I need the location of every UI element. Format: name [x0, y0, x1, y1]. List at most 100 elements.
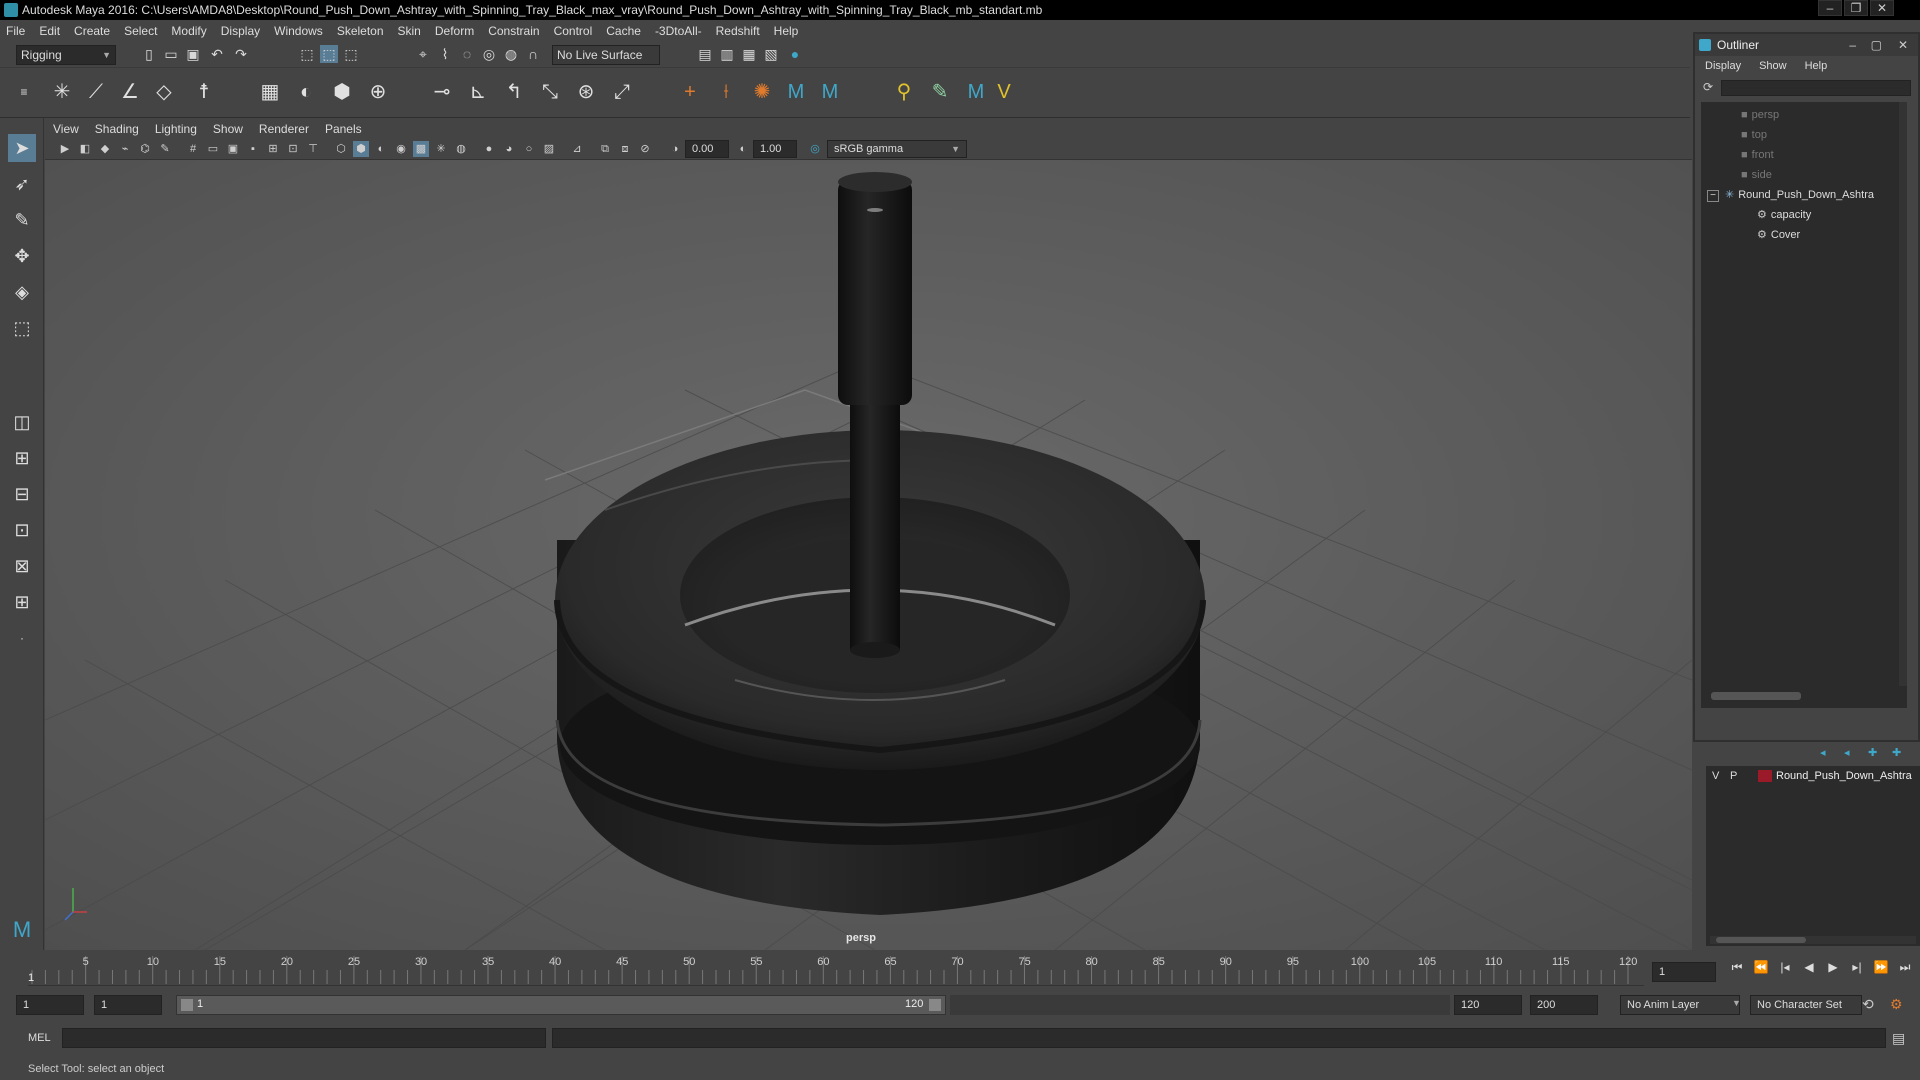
camera-select-icon[interactable]: ▶: [57, 141, 73, 157]
image-plane-icon[interactable]: ⌁: [117, 141, 133, 157]
select-tool-icon[interactable]: ➤: [8, 134, 36, 162]
go-to-end-icon[interactable]: ⏭: [1896, 958, 1914, 976]
render-view-icon[interactable]: ▤: [696, 45, 714, 63]
outliner-menu-display[interactable]: Display: [1705, 60, 1741, 72]
menu-help[interactable]: Help: [774, 24, 799, 38]
textured-icon[interactable]: ▩: [413, 141, 429, 157]
step-back-frame-icon[interactable]: |◂: [1776, 958, 1794, 976]
menu-file[interactable]: File: [6, 24, 25, 38]
move-tool-icon[interactable]: ✥: [8, 242, 36, 270]
pole-vector-icon[interactable]: ⤢: [608, 78, 636, 106]
bookmark-icon[interactable]: ◆: [97, 141, 113, 157]
orient-constraint-icon[interactable]: ↰: [500, 78, 528, 106]
new-layer-selected-icon[interactable]: ✚: [1892, 746, 1901, 759]
safe-action-icon[interactable]: ⊡: [285, 141, 301, 157]
smooth-bind-icon[interactable]: ▦: [256, 78, 284, 106]
v-tool-icon[interactable]: V: [990, 78, 1018, 106]
camera-attr-icon[interactable]: ◧: [77, 141, 93, 157]
persp-graph-icon[interactable]: ⊠: [8, 552, 36, 580]
layout-icon[interactable]: ⊞: [8, 588, 36, 616]
backface-icon[interactable]: ⊘: [637, 141, 653, 157]
new-scene-icon[interactable]: ▯: [140, 45, 158, 63]
step-back-key-icon[interactable]: ⏪: [1752, 958, 1770, 976]
cluster-deformer-icon[interactable]: ✺: [748, 78, 776, 106]
panel-menu-lighting[interactable]: Lighting: [155, 122, 197, 136]
menu-create[interactable]: Create: [74, 24, 110, 38]
command-language-label[interactable]: MEL: [28, 1032, 51, 1044]
range-end-handle[interactable]: [929, 999, 941, 1011]
2d-pan-icon[interactable]: ⌬: [137, 141, 153, 157]
range-start-handle[interactable]: [181, 999, 193, 1011]
ik-handle-icon[interactable]: ⟋: [82, 78, 110, 106]
new-layer-icon[interactable]: ✚: [1868, 746, 1877, 759]
persp-outliner-icon[interactable]: ⊡: [8, 516, 36, 544]
outliner-item-side[interactable]: ■ side: [1741, 166, 1772, 184]
outliner-search-input[interactable]: [1721, 80, 1911, 96]
outliner-menu-help[interactable]: Help: [1805, 60, 1828, 72]
default-lighting-icon[interactable]: ◐: [373, 141, 389, 157]
outliner-item-front[interactable]: ■ front: [1741, 146, 1774, 164]
paint-tool-icon[interactable]: ✎: [926, 78, 954, 106]
menu-3dtoall[interactable]: -3DtoAll-: [655, 24, 702, 38]
select-object-icon[interactable]: ⬚: [320, 45, 338, 63]
hypershade-icon[interactable]: ●: [786, 45, 804, 63]
start-time-field[interactable]: 1: [16, 995, 84, 1015]
go-to-start-icon[interactable]: ⏮: [1728, 958, 1746, 976]
scale-tool-icon[interactable]: ⬚: [8, 314, 36, 342]
menu-windows[interactable]: Windows: [274, 24, 323, 38]
menu-skin[interactable]: Skin: [398, 24, 421, 38]
xray-joints-icon[interactable]: ⧉: [597, 141, 613, 157]
outliner-menu-show[interactable]: Show: [1759, 60, 1787, 72]
outliner-item-capacity[interactable]: ⚙ capacity: [1757, 206, 1811, 224]
layer-visibility-toggle[interactable]: V: [1712, 766, 1719, 786]
depth-of-field-icon[interactable]: ○: [521, 141, 537, 157]
perspective-viewport[interactable]: [45, 160, 1692, 950]
scale-constraint-icon[interactable]: ⤡: [536, 78, 564, 106]
outliner-hscrollbar[interactable]: [1711, 692, 1801, 700]
close-button[interactable]: ✕: [1870, 0, 1894, 16]
gamma-field[interactable]: 1.00: [753, 140, 797, 158]
minimize-button[interactable]: –: [1818, 0, 1842, 16]
parent-constraint-icon[interactable]: ⊛: [572, 78, 600, 106]
grease-pencil-icon[interactable]: ✎: [157, 141, 173, 157]
panel-menu-renderer[interactable]: Renderer: [259, 122, 309, 136]
outliner-vscrollbar[interactable]: [1899, 102, 1907, 686]
isolate-select-icon[interactable]: ⊿: [569, 141, 585, 157]
play-backwards-icon[interactable]: ◀: [1800, 958, 1818, 976]
menu-deform[interactable]: Deform: [435, 24, 474, 38]
ipr-render-icon[interactable]: ▦: [740, 45, 758, 63]
film-gate-icon[interactable]: ▭: [205, 141, 221, 157]
time-ruler[interactable]: 5 10 15 20 25 30 35 40 45 50 55 60 65 70 75 80 85 90 95 100…: [28, 954, 1644, 986]
range-slider[interactable]: 1 120: [176, 995, 946, 1015]
open-scene-icon[interactable]: ▭: [162, 45, 180, 63]
maximize-button[interactable]: ❐: [1844, 0, 1868, 16]
wireframe-icon[interactable]: ⬡: [333, 141, 349, 157]
xray-active-icon[interactable]: ⧈: [617, 141, 633, 157]
anim-layer-dropdown[interactable]: No Anim Layer: [1620, 995, 1740, 1015]
paint-weights-icon[interactable]: ◐: [292, 78, 320, 106]
outliner-maximize-button[interactable]: ▢: [1871, 34, 1882, 56]
anti-alias-icon[interactable]: ◕: [501, 141, 517, 157]
snap-view-icon[interactable]: ◎: [480, 45, 498, 63]
smooth-shade-icon[interactable]: ⬢: [353, 141, 369, 157]
time-slider[interactable]: 5 10 15 20 25 30 35 40 45 50 55 60 65 70 75 80 85 90 95 100…: [0, 950, 1920, 988]
maya-m-icon-2[interactable]: M: [816, 78, 844, 106]
lasso-tool-icon[interactable]: ➶: [8, 170, 36, 198]
play-forwards-icon[interactable]: ▶: [1824, 958, 1842, 976]
select-hierarchy-icon[interactable]: ⬚: [298, 45, 316, 63]
gate-mask-icon[interactable]: ▪: [245, 141, 261, 157]
script-editor-icon[interactable]: ▤: [1892, 1030, 1905, 1047]
paint-select-icon[interactable]: ✎: [8, 206, 36, 234]
layout-more-icon[interactable]: ·: [8, 624, 36, 652]
color-management-icon[interactable]: ◎: [807, 141, 823, 157]
anim-prefs-icon[interactable]: ⚙: [1890, 996, 1903, 1013]
menu-modify[interactable]: Modify: [171, 24, 206, 38]
rotate-tool-icon[interactable]: ◈: [8, 278, 36, 306]
layer-playback-toggle[interactable]: P: [1730, 766, 1737, 786]
skin-attach-icon[interactable]: ⚲: [890, 78, 918, 106]
save-scene-icon[interactable]: ▣: [184, 45, 202, 63]
panel-menu-show[interactable]: Show: [213, 122, 243, 136]
menu-select[interactable]: Select: [124, 24, 157, 38]
snap-surface-icon[interactable]: ◍: [502, 45, 520, 63]
humanik-icon[interactable]: ☨: [190, 78, 218, 106]
